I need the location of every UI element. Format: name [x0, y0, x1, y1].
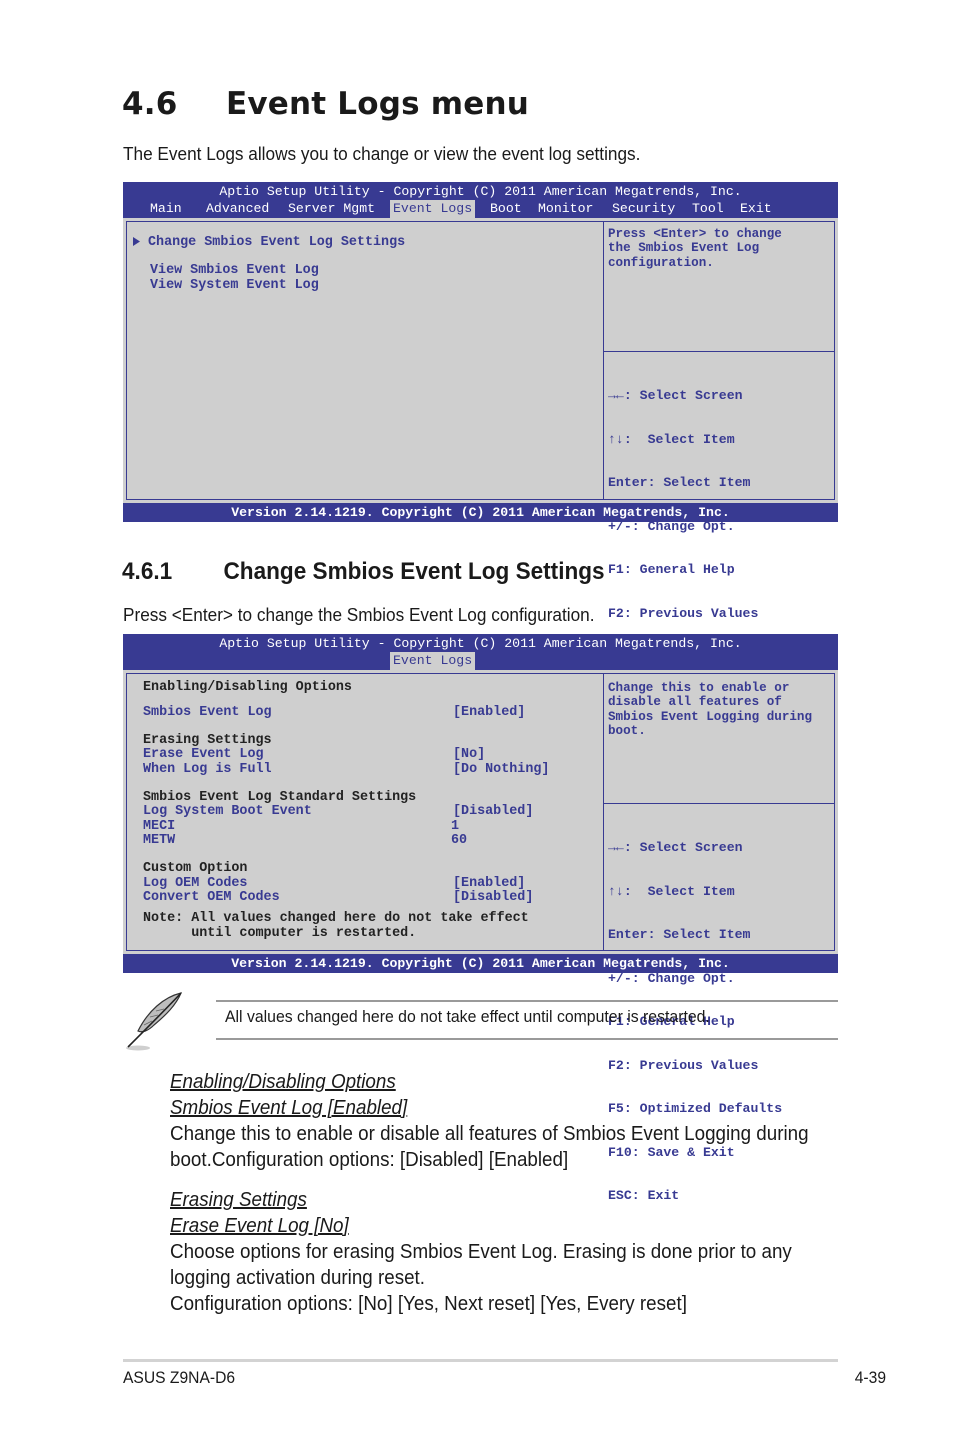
key-change-opt: +/-: Change Opt.: [608, 518, 735, 534]
section-title: Event Logs menu: [226, 86, 530, 122]
setting-metw[interactable]: METW: [143, 833, 175, 849]
subsection-intro: Press <Enter> to change the Smbios Event…: [123, 604, 595, 625]
help-box: Change this to enable or disable all fea…: [604, 673, 835, 804]
menu-item-view-system-event-log[interactable]: View System Event Log: [150, 278, 319, 294]
key-change-opt: +/-: Change Opt.: [608, 970, 735, 986]
tab-security[interactable]: Security: [609, 200, 678, 218]
setting-erase-event-log[interactable]: Erase Event Log: [143, 747, 264, 763]
desc-group-enabling: Enabling/Disabling Options: [170, 1071, 396, 1093]
tab-main[interactable]: Main: [147, 200, 185, 218]
desc-item-erase-event-log: Erase Event Log [No]: [170, 1215, 349, 1237]
note-bottom-rule: [216, 1038, 838, 1040]
subsection-number: 4.6.1: [122, 558, 173, 585]
help-box: Press <Enter> to change the Smbios Event…: [604, 221, 835, 352]
tab-event-logs[interactable]: Event Logs: [390, 200, 476, 218]
bios-title: Aptio Setup Utility - Copyright (C) 2011…: [219, 184, 742, 199]
tab-server-mgmt[interactable]: Server Mgmt: [285, 200, 378, 218]
desc-item-smbios-event-log: Smbios Event Log [Enabled]: [170, 1097, 408, 1119]
tab-event-logs[interactable]: Event Logs: [390, 652, 476, 670]
restart-note-line2: until computer is restarted.: [143, 926, 417, 941]
setting-log-system-boot-event[interactable]: Log System Boot Event: [143, 804, 312, 820]
bios-settings-pane: Enabling/Disabling Options Smbios Event …: [126, 673, 604, 951]
value-when-log-is-full[interactable]: [Do Nothing]: [453, 762, 549, 778]
feather-pen-icon: [126, 992, 183, 1051]
subsection-title: Change Smbios Event Log Settings: [223, 558, 605, 585]
subsection-heading: 4.6.1 Change Smbios Event Log Settings: [122, 558, 605, 586]
key-select-screen: →←: Select Screen: [608, 840, 743, 855]
bios-screen-smbios: Aptio Setup Utility - Copyright (C) 2011…: [123, 634, 838, 1203]
tab-advanced[interactable]: Advanced: [203, 200, 272, 218]
help-text: Press <Enter> to change the Smbios Event…: [608, 227, 782, 270]
tab-boot[interactable]: Boot: [487, 200, 525, 218]
value-erase-event-log[interactable]: [No]: [453, 747, 485, 763]
bios-title: Aptio Setup Utility - Copyright (C) 2011…: [219, 636, 742, 651]
note-top-rule: [216, 1000, 838, 1002]
menu-item-view-smbios-event-log[interactable]: View Smbios Event Log: [150, 263, 319, 279]
bios-help-pane: Press <Enter> to change the Smbios Event…: [603, 221, 835, 751]
submenu-arrow-icon: [133, 237, 140, 246]
bios-screen-main: Aptio Setup Utility - Copyright (C) 2011…: [123, 182, 838, 751]
footer-page-number: 4-39: [854, 1368, 886, 1387]
desc-text-line: Change this to enable or disable all fea…: [170, 1123, 809, 1145]
value-convert-oem-codes[interactable]: [Disabled]: [453, 890, 533, 906]
key-f2: F2: Previous Values: [608, 605, 759, 621]
key-enter: Enter: Select Item: [608, 927, 751, 942]
key-f1: F1: General Help: [608, 562, 735, 577]
note-text: All values changed here do not take effe…: [225, 1007, 710, 1026]
section-heading: 4.6 Event Logs menu: [122, 86, 529, 122]
setting-when-log-is-full[interactable]: When Log is Full: [143, 762, 272, 778]
section-number: 4.6: [122, 86, 178, 122]
tab-tool[interactable]: Tool: [689, 200, 727, 218]
key-esc: ESC: Exit: [608, 1188, 680, 1203]
value-log-system-boot-event[interactable]: [Disabled]: [453, 804, 533, 820]
bios-help-pane: Change this to enable or disable all fea…: [603, 673, 835, 1203]
key-select-item: ↑↓: Select Item: [608, 883, 735, 899]
footer-product: ASUS Z9NA-D6: [123, 1368, 236, 1387]
heading-custom-option: Custom Option: [143, 861, 248, 876]
tab-monitor[interactable]: Monitor: [535, 200, 596, 218]
desc-group-erasing: Erasing Settings: [170, 1189, 307, 1211]
desc-text-line: logging activation during reset.: [170, 1267, 426, 1289]
section-intro: The Event Logs allows you to change or v…: [123, 143, 641, 164]
key-f5: F5: Optimized Defaults: [608, 1101, 783, 1116]
bios-header: Aptio Setup Utility - Copyright (C) 2011…: [123, 182, 838, 218]
key-f10: F10: Save & Exit: [608, 1144, 735, 1160]
desc-text-line: Choose options for erasing Smbios Event …: [170, 1241, 792, 1263]
help-text: Change this to enable or disable all fea…: [608, 681, 813, 739]
key-select-screen: →←: Select Screen: [608, 388, 743, 403]
key-f2: F2: Previous Values: [608, 1057, 759, 1073]
bios-menu-pane: Change Smbios Event Log Settings View Sm…: [126, 221, 604, 500]
tab-exit[interactable]: Exit: [737, 200, 775, 218]
value-smbios-event-log[interactable]: [Enabled]: [453, 705, 525, 721]
value-metw[interactable]: 60: [451, 833, 467, 849]
menu-item-change-smbios-event-log-settings[interactable]: Change Smbios Event Log Settings: [148, 235, 405, 251]
footer-rule: [123, 1359, 838, 1362]
setting-smbios-event-log[interactable]: Smbios Event Log: [143, 705, 272, 721]
desc-text-line: Configuration options: [No] [Yes, Next r…: [170, 1293, 687, 1315]
desc-text-line: boot.Configuration options: [Disabled] […: [170, 1149, 569, 1171]
heading-enabling-disabling: Enabling/Disabling Options: [143, 680, 352, 695]
setting-convert-oem-codes[interactable]: Convert OEM Codes: [143, 890, 280, 906]
bios-header: Aptio Setup Utility - Copyright (C) 2011…: [123, 634, 838, 670]
key-enter: Enter: Select Item: [608, 475, 751, 490]
key-select-item: ↑↓: Select Item: [608, 431, 735, 447]
restart-note-line1: Note: All values changed here do not tak…: [143, 911, 529, 926]
